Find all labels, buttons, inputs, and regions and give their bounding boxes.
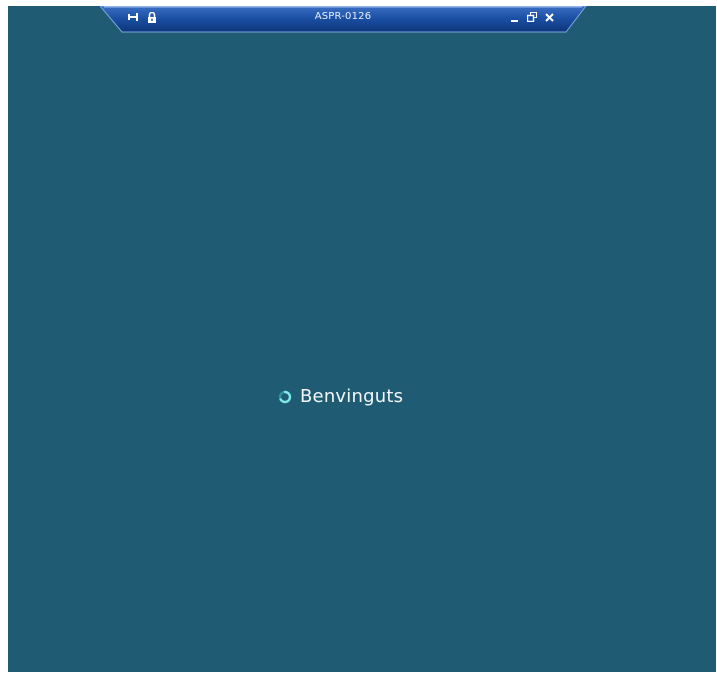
loading-spinner-icon — [278, 390, 292, 404]
minimize-icon[interactable] — [509, 10, 521, 24]
welcome-text: Benvinguts — [300, 386, 404, 407]
close-icon[interactable] — [543, 10, 555, 24]
connection-title: ASPR-0126 — [314, 11, 372, 22]
connection-bar: ASPR-0126 — [8, 6, 716, 34]
welcome-status: Benvinguts — [278, 386, 403, 407]
pin-icon[interactable] — [127, 10, 141, 24]
remote-desktop-screen: ASPR-0126 Benvinguts — [8, 6, 716, 672]
restore-icon[interactable] — [526, 10, 538, 24]
lock-icon[interactable] — [146, 10, 158, 24]
